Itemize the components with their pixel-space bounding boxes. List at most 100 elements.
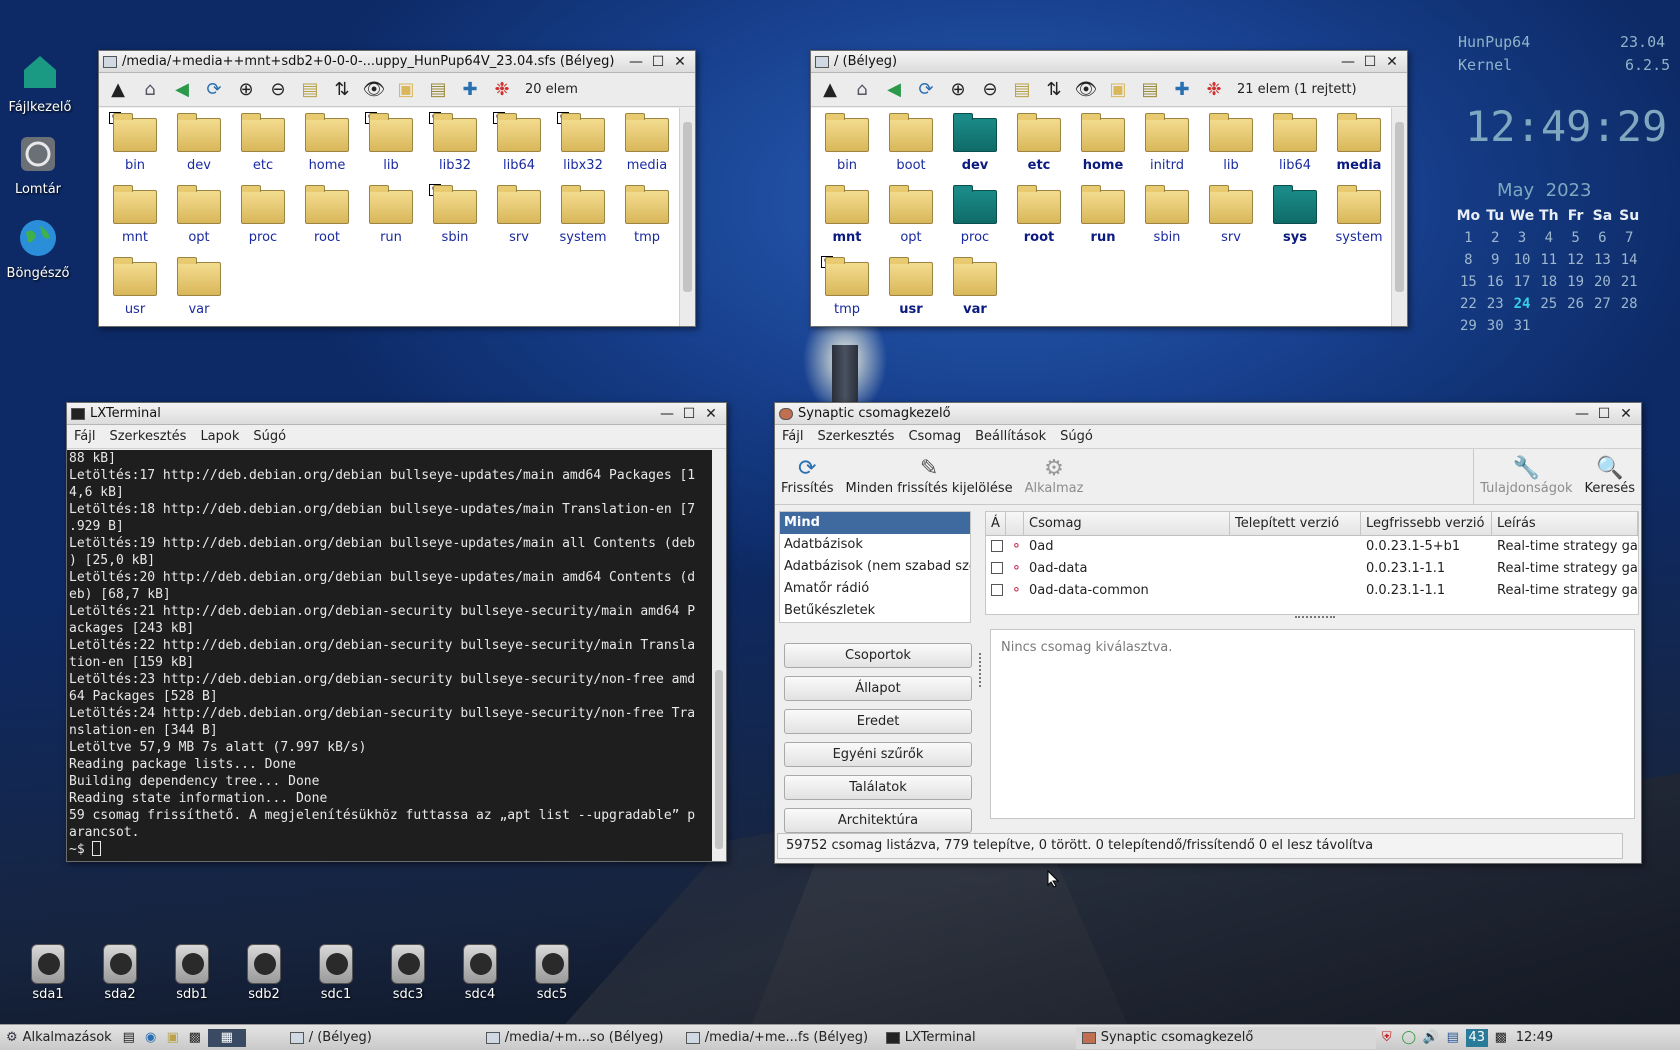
folder-item[interactable]: proc [943, 184, 1007, 252]
show-hidden-icon[interactable]: 👁 [1073, 77, 1099, 103]
folder-item[interactable]: bin [815, 112, 879, 180]
terminal-output[interactable]: 88 kB] Letöltés:17 http://deb.debian.org/… [67, 450, 712, 861]
folder-item[interactable]: srv [487, 184, 551, 252]
folder-item[interactable]: lib64 [1263, 112, 1327, 180]
filemanager-launcher-icon[interactable]: ▣ [164, 1029, 182, 1047]
category-item[interactable]: Adatbázisok [780, 534, 970, 556]
sort-icon[interactable]: ⇅ [1041, 77, 1067, 103]
folder-item[interactable]: mnt [815, 184, 879, 252]
folder-item[interactable]: system [551, 184, 615, 252]
minimize-icon[interactable]: — [1337, 54, 1359, 70]
minimize-icon[interactable]: — [625, 54, 647, 70]
menu-help[interactable]: Súgó [1053, 429, 1100, 444]
search-button[interactable]: 🔍 Keresés [1579, 449, 1641, 504]
package-status-icon[interactable] [991, 584, 1003, 596]
folder-icon[interactable]: ▣ [1105, 77, 1131, 103]
folder-item[interactable]: media [1327, 112, 1391, 180]
title-bar[interactable]: LXTerminal — ☐ ✕ [67, 403, 726, 425]
folder-item[interactable]: sys [1263, 184, 1327, 252]
filter-results-button[interactable]: Találatok [784, 775, 972, 800]
title-bar[interactable]: /media/+media++mnt+sdb2+0-0-0-...uppy_Hu… [99, 51, 695, 73]
folder-item[interactable]: root [295, 184, 359, 252]
up-icon[interactable]: ▲ [105, 77, 131, 103]
task-button-synaptic[interactable]: Synaptic csomagkezelő [1075, 1026, 1376, 1049]
workspace-switcher-icon[interactable]: ▦ [207, 1028, 246, 1047]
drive-sda2[interactable]: sda2 [90, 944, 150, 1002]
zoom-in-icon[interactable]: ⊕ [945, 77, 971, 103]
network-icon[interactable]: ▤ [1444, 1029, 1462, 1047]
category-item[interactable]: Adatbázisok (nem szabad szo [780, 556, 970, 578]
folder-item[interactable]: boot [879, 112, 943, 180]
folder-item[interactable]: ↖lib64 [487, 112, 551, 180]
apply-button[interactable]: ⚙ Alkalmaz [1019, 449, 1090, 504]
details-icon[interactable]: ▤ [1137, 77, 1163, 103]
close-icon[interactable]: ✕ [700, 406, 722, 422]
filter-origin-button[interactable]: Eredet [784, 709, 972, 734]
folder-item[interactable]: root [1007, 184, 1071, 252]
folder-item[interactable]: opt [167, 184, 231, 252]
scroll-thumb[interactable] [683, 122, 692, 292]
folder-item[interactable]: ↖libx32 [551, 112, 615, 180]
vertical-scrollbar[interactable] [1391, 108, 1407, 326]
table-row[interactable]: ⚬ 0ad-data 0.0.23.1-1.1 Real-time strategy … [986, 558, 1638, 580]
task-button-terminal[interactable]: LXTerminal [880, 1027, 1076, 1049]
terminal-launcher-icon[interactable]: ▩ [186, 1029, 204, 1047]
folder-item[interactable]: media [615, 112, 679, 180]
folder-item[interactable]: ↖lib [359, 112, 423, 180]
folder-item[interactable]: etc [231, 112, 295, 180]
desktop-icon-trash[interactable]: Lomtár [0, 134, 78, 197]
folder-item[interactable]: tmp [615, 184, 679, 252]
scroll-thumb[interactable] [715, 670, 723, 849]
folder-item[interactable]: run [359, 184, 423, 252]
details-icon[interactable]: ▤ [425, 77, 451, 103]
folder-item[interactable]: ↖bin [103, 112, 167, 180]
drive-sdb1[interactable]: sdb1 [162, 944, 222, 1002]
maximize-icon[interactable]: ☐ [678, 406, 700, 422]
table-row[interactable]: ⚬ 0ad 0.0.23.1-5+b1 Real-time strategy gam [986, 536, 1638, 558]
shield-icon[interactable]: ⛨ [1378, 1029, 1396, 1047]
folder-item[interactable]: ↖lib32 [423, 112, 487, 180]
drive-sdc1[interactable]: sdc1 [306, 944, 366, 1002]
folder-item[interactable]: home [295, 112, 359, 180]
filter-custom-button[interactable]: Egyéni szűrők [784, 742, 972, 767]
help-lifebuoy-icon[interactable]: ❉ [489, 77, 515, 103]
taskbar-clock[interactable]: 12:49 [1516, 1030, 1553, 1045]
folder-item[interactable]: ↖tmp [815, 256, 879, 324]
folder-item[interactable]: var [167, 256, 231, 324]
maximize-icon[interactable]: ☐ [1359, 54, 1381, 70]
drive-sdc5[interactable]: sdc5 [522, 944, 582, 1002]
task-button-media-fm-1[interactable]: /media/+m...so (Bélyeg) [480, 1027, 680, 1049]
zoom-out-icon[interactable]: ⊖ [265, 77, 291, 103]
menu-settings[interactable]: Beállítások [968, 429, 1053, 444]
folder-item[interactable]: lib [1199, 112, 1263, 180]
menu-edit[interactable]: Szerkesztés [810, 429, 901, 444]
folder-item[interactable]: initrd [1135, 112, 1199, 180]
vertical-scrollbar[interactable] [712, 450, 726, 861]
new-icon[interactable]: ✚ [1169, 77, 1195, 103]
task-button-media-fm-2[interactable]: /media/+me...fs (Bélyeg) [680, 1027, 880, 1049]
back-icon[interactable]: ◀ [169, 77, 195, 103]
mark-all-upgrades-button[interactable]: ✎ Minden frissítés kijelölése [840, 449, 1019, 504]
status-cell[interactable] [986, 580, 1006, 602]
folder-item[interactable]: mnt [103, 184, 167, 252]
pane-splitter[interactable] [1295, 616, 1335, 620]
desktop-icon-browser[interactable]: Böngésző [0, 218, 78, 281]
filter-architecture-button[interactable]: Architektúra [784, 808, 972, 833]
menu-tabs[interactable]: Lapok [193, 429, 246, 444]
show-hidden-icon[interactable]: 👁 [361, 77, 387, 103]
back-icon[interactable]: ◀ [881, 77, 907, 103]
sort-icon[interactable]: ⇅ [329, 77, 355, 103]
folder-item[interactable]: var [943, 256, 1007, 324]
vertical-splitter[interactable] [979, 653, 981, 687]
folder-item[interactable]: srv [1199, 184, 1263, 252]
col-description[interactable]: Leírás [1492, 512, 1638, 535]
category-item[interactable]: Betűkészletek [780, 600, 970, 622]
show-desktop-icon[interactable]: ▤ [120, 1029, 138, 1047]
folder-item[interactable]: usr [103, 256, 167, 324]
folder-item[interactable]: dev [943, 112, 1007, 180]
terminal-prompt[interactable]: ~$ [69, 841, 710, 858]
category-item[interactable]: Mind [780, 512, 970, 534]
folder-item[interactable]: dev [167, 112, 231, 180]
refresh-icon[interactable]: ⟳ [201, 77, 227, 103]
properties-button[interactable]: 🔧 Tulajdonságok [1474, 449, 1578, 504]
